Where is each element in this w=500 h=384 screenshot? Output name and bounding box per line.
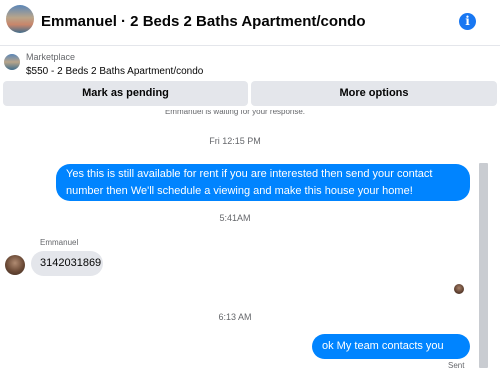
mark-as-pending-button[interactable]: Mark as pending	[3, 81, 248, 106]
avatar[interactable]	[5, 255, 25, 275]
timestamp: Fri 12:15 PM	[209, 136, 261, 146]
more-options-button[interactable]: More options	[251, 81, 497, 106]
listing-small-thumbnail	[4, 54, 20, 70]
listing-title: $550 - 2 Beds 2 Baths Apartment/condo	[26, 66, 204, 77]
read-receipt-avatar	[454, 284, 464, 294]
outgoing-message[interactable]: ok My team contacts you soon	[312, 334, 470, 377]
message-status: Sent	[448, 361, 465, 370]
waiting-notice: Emmanuel is waiting for your response.	[164, 110, 306, 116]
conversation-title[interactable]: Emmanuel · 2 Beds 2 Baths Apartment/cond…	[41, 13, 366, 30]
outgoing-message[interactable]: Yes this is still available for rent if …	[56, 164, 470, 201]
info-icon[interactable]: i	[459, 13, 476, 30]
marketplace-label: Marketplace	[26, 52, 76, 62]
listing-thumbnail[interactable]	[6, 5, 34, 33]
timestamp: 5:41AM	[219, 213, 251, 223]
incoming-message[interactable]: 3142031869	[31, 251, 103, 276]
chat-scrollbar[interactable]	[479, 163, 488, 368]
conversation-header: Emmanuel · 2 Beds 2 Baths Apartment/cond…	[0, 0, 500, 46]
sender-name: Emmanuel	[40, 238, 79, 247]
timestamp: 6:13 AM	[218, 312, 252, 322]
marketplace-listing-bar[interactable]: Marketplace $550 - 2 Beds 2 Baths Apartm…	[0, 46, 500, 80]
